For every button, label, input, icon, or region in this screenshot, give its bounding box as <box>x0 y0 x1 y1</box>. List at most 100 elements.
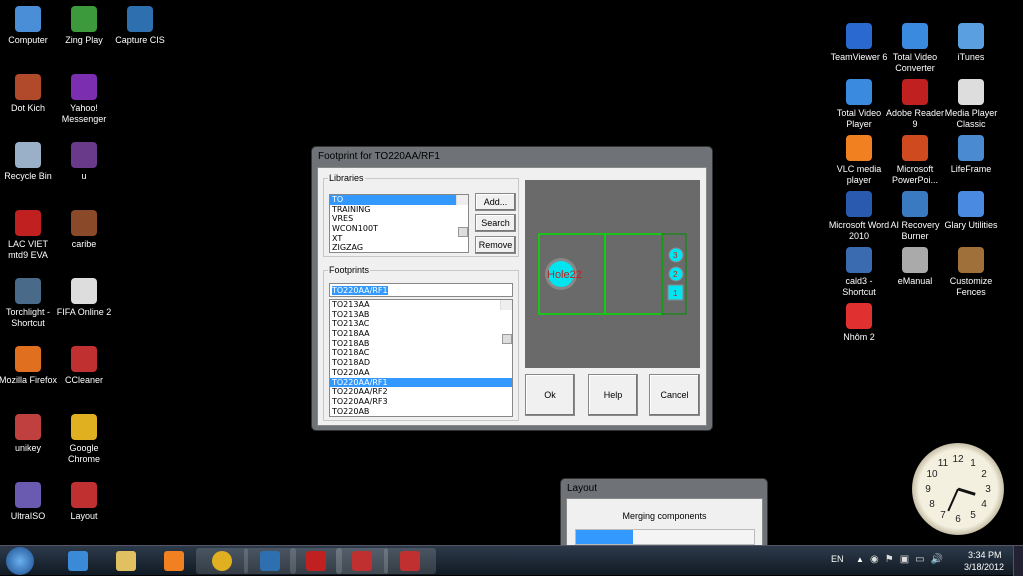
clock-number: 9 <box>925 484 931 495</box>
desktop-icon-label: Media Player Classic <box>944 108 998 129</box>
desktop-icon[interactable]: Zing Play <box>53 6 115 46</box>
app-icon <box>902 79 928 105</box>
footprints-scrollbar[interactable] <box>500 300 512 344</box>
taskbar-ie[interactable] <box>52 548 104 574</box>
app-icon <box>15 278 41 304</box>
desktop-icon[interactable]: LifeFrame <box>940 135 1002 175</box>
help-button[interactable]: Help <box>588 374 638 416</box>
app-icon <box>71 414 97 440</box>
library-item[interactable]: XT <box>330 234 468 244</box>
desktop-icon[interactable]: Torchlight - Shortcut <box>0 278 59 329</box>
footprint-preview: Hole22 3 2 1 <box>525 180 700 368</box>
desktop-icon[interactable]: UltraISO <box>0 482 59 522</box>
app-icon <box>15 482 41 508</box>
footprint-item[interactable]: TO213AA <box>330 300 512 310</box>
clock-date[interactable]: 3/18/2012 <box>964 562 1004 572</box>
show-hidden-icons[interactable]: ▲ <box>856 555 864 564</box>
desktop-icon[interactable]: iTunes <box>940 23 1002 63</box>
footprint-item[interactable]: TO218AB <box>330 339 512 349</box>
tray-icons[interactable]: ◉⚑▣▭🔊 <box>870 554 949 565</box>
desktop-icon[interactable]: Adobe Reader 9 <box>884 79 946 130</box>
desktop-icon[interactable]: Microsoft Word 2010 <box>828 191 890 242</box>
library-item[interactable]: VRES <box>330 214 468 224</box>
libraries-list[interactable]: TO TRAINING VRES WCON100T XT ZIGZAG <box>329 194 469 253</box>
taskbar-layout-1[interactable] <box>336 548 388 574</box>
desktop-icon[interactable]: Total Video Converter <box>884 23 946 74</box>
app-icon <box>15 210 41 236</box>
footprint-item[interactable]: TO220AB <box>330 407 512 416</box>
cancel-button[interactable]: Cancel <box>649 374 700 416</box>
taskbar: EN ▲ ◉⚑▣▭🔊 3:34 PM 3/18/2012 <box>0 545 1023 576</box>
footprint-item[interactable]: TO213AB <box>330 310 512 320</box>
footprint-item[interactable]: TO220AA/RF2 <box>330 387 512 397</box>
ok-button[interactable]: Ok <box>525 374 575 416</box>
app-icon <box>15 142 41 168</box>
footprint-item[interactable]: TO213AC <box>330 319 512 329</box>
libraries-scrollbar[interactable] <box>456 195 468 237</box>
desktop-icon[interactable]: eManual <box>884 247 946 287</box>
taskbar-capture[interactable] <box>244 548 296 574</box>
taskbar-chrome[interactable] <box>196 548 248 574</box>
desktop-icon[interactable]: Total Video Player <box>828 79 890 130</box>
library-item[interactable]: WCON100T <box>330 224 468 234</box>
desktop-icon[interactable]: Yahoo! Messenger <box>53 74 115 125</box>
library-item[interactable]: TO <box>330 195 468 205</box>
desktop-icon[interactable]: Customize Fences <box>940 247 1002 298</box>
footprint-item[interactable]: TO220AA <box>330 368 512 378</box>
footprints-list[interactable]: TO213AA TO213AB TO213AC TO218AA TO218AB TO218… <box>329 299 513 417</box>
remove-button[interactable]: Remove <box>475 236 516 254</box>
app-icon <box>127 6 153 32</box>
desktop-icon[interactable]: Microsoft PowerPoi... <box>884 135 946 186</box>
clock-number: 2 <box>981 469 987 480</box>
desktop-icon[interactable]: Dot Kich <box>0 74 59 114</box>
desktop-icon[interactable]: Google Chrome <box>53 414 115 465</box>
clock-number: 8 <box>929 499 935 510</box>
footprint-item[interactable]: TO218AD <box>330 358 512 368</box>
clock-time[interactable]: 3:34 PM <box>968 550 1002 560</box>
app-icon <box>846 79 872 105</box>
desktop-icon[interactable]: FIFA Online 2 <box>53 278 115 318</box>
desktop-icon[interactable]: Mozilla Firefox <box>0 346 59 386</box>
desktop-icon[interactable]: Recycle Bin <box>0 142 59 182</box>
desktop-icon[interactable]: Layout <box>53 482 115 522</box>
desktop-icon-label: Glary Utilities <box>944 220 998 230</box>
taskbar-media-player[interactable] <box>148 548 200 574</box>
start-button[interactable] <box>6 547 34 575</box>
desktop-icon-label: Dot Kich <box>10 103 45 113</box>
search-button[interactable]: Search <box>475 214 516 232</box>
desktop-icon[interactable]: Media Player Classic <box>940 79 1002 130</box>
desktop-icon[interactable]: Glary Utilities <box>940 191 1002 231</box>
desktop-icon[interactable]: AI Recovery Burner <box>884 191 946 242</box>
desktop-icon[interactable]: cald3 - Shortcut <box>828 247 890 298</box>
desktop-icon[interactable]: unikey <box>0 414 59 454</box>
desktop-icon[interactable]: u <box>53 142 115 182</box>
footprint-item[interactable]: TO218AA <box>330 329 512 339</box>
desktop-icon-label: Layout <box>70 511 98 521</box>
footprint-item[interactable]: TO220AA/RF3 <box>330 397 512 407</box>
desktop-icon[interactable]: CCleaner <box>53 346 115 386</box>
desktop-icon[interactable]: Computer <box>0 6 59 46</box>
add-button[interactable]: Add... <box>475 193 516 211</box>
show-desktop-button[interactable] <box>1013 546 1023 576</box>
taskbar-layout-2[interactable] <box>384 548 436 574</box>
footprint-input[interactable]: TO220AA/RF1 <box>329 283 513 297</box>
app-icon <box>71 74 97 100</box>
language-indicator[interactable]: EN <box>831 554 844 564</box>
desktop-icon[interactable]: VLC media player <box>828 135 890 186</box>
desktop-icon[interactable]: Capture CIS <box>109 6 171 46</box>
desktop-icon-label: LAC VIET mtd9 EVA <box>7 239 48 260</box>
footprint-item[interactable]: TO220AA/RF1 <box>330 377 512 388</box>
taskbar-explorer[interactable] <box>100 548 152 574</box>
desktop-icon-label: Total Video Converter <box>892 52 938 73</box>
pin-1-label: 1 <box>673 289 678 298</box>
footprint-item[interactable]: TO218AC <box>330 348 512 358</box>
desktop-icon[interactable]: TeamViewer 6 <box>828 23 890 63</box>
library-item[interactable]: ZIGZAG <box>330 243 468 252</box>
pin-2-label: 2 <box>673 270 678 279</box>
desktop-icon[interactable]: LAC VIET mtd9 EVA <box>0 210 59 261</box>
desktop-icon[interactable]: caribe <box>53 210 115 250</box>
footprints-label: Footprints <box>329 265 370 275</box>
taskbar-acrobat[interactable] <box>290 548 342 574</box>
desktop-icon[interactable]: Nhôm 2 <box>828 303 890 343</box>
library-item[interactable]: TRAINING <box>330 205 468 215</box>
